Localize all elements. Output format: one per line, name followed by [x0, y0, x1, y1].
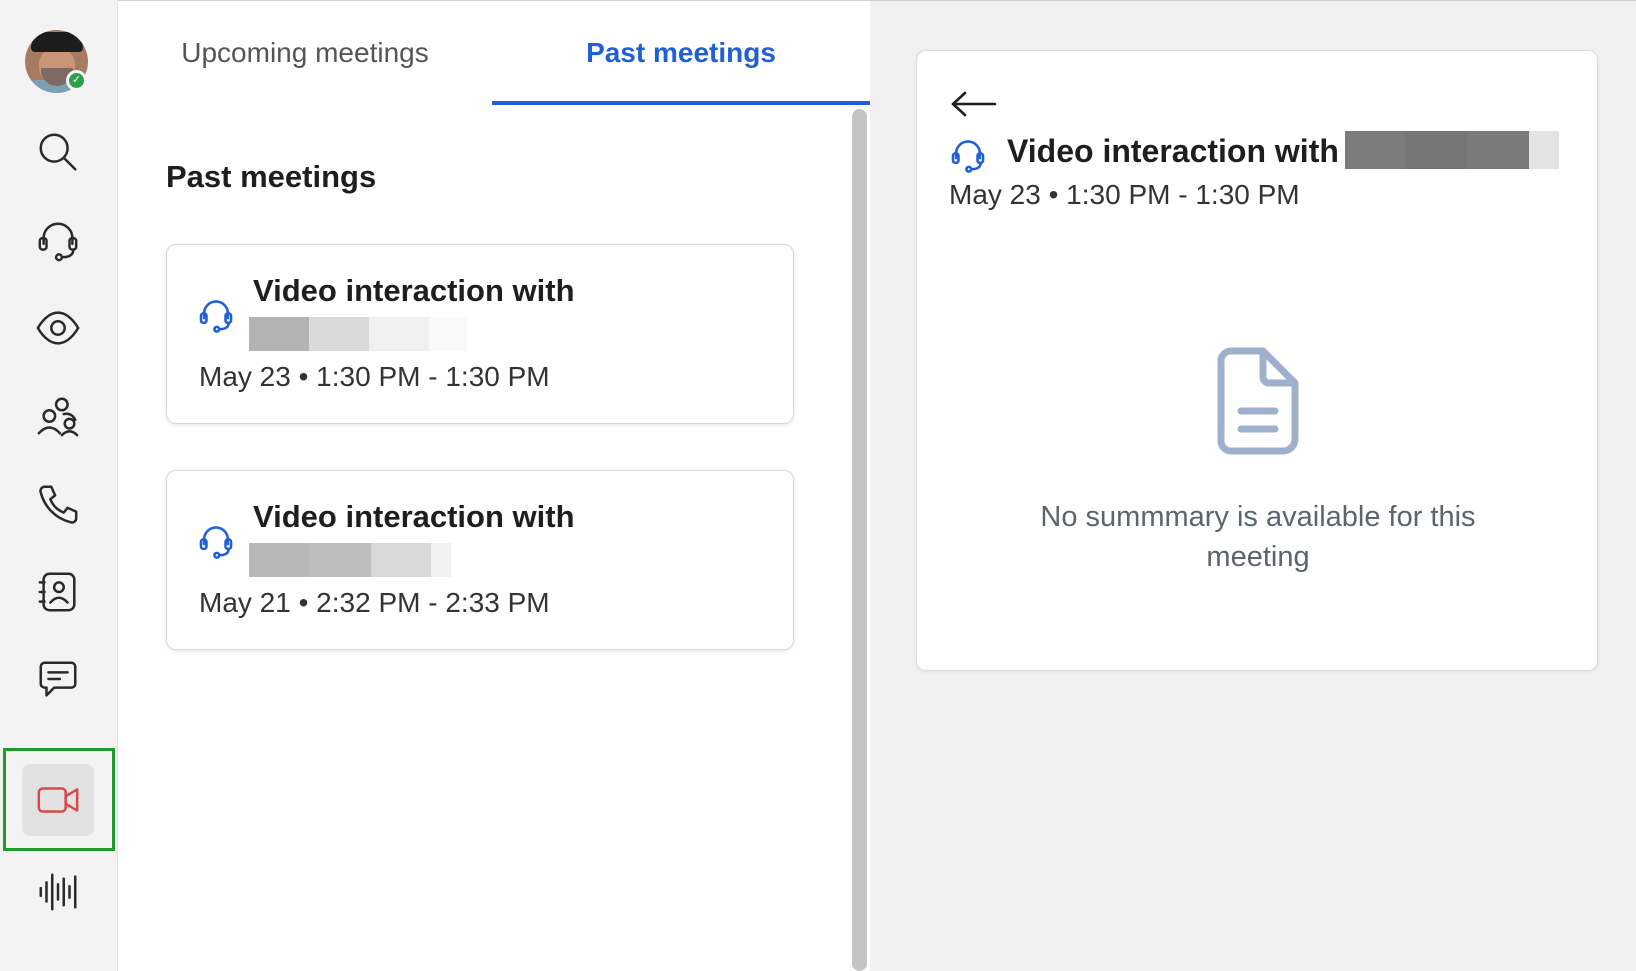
- rail-messages-button[interactable]: [22, 644, 94, 716]
- back-arrow-icon[interactable]: [949, 87, 999, 121]
- presence-available-icon: ✓: [66, 70, 87, 91]
- app-navigation-rail: ✓: [0, 0, 118, 971]
- meeting-time: May 21 • 2:32 PM - 2:33 PM: [199, 587, 550, 618]
- eye-icon: [36, 311, 80, 345]
- section-title: Past meetings: [166, 159, 377, 194]
- headset-icon: [199, 300, 233, 333]
- tab-upcoming-meetings[interactable]: Upcoming meetings: [118, 1, 492, 105]
- scrollbar-thumb[interactable]: [852, 109, 867, 971]
- redacted-participant-name: [1345, 131, 1559, 169]
- meeting-card[interactable]: Video interaction with May 21 • 2:32 PM …: [166, 470, 794, 650]
- rail-teams-button[interactable]: [22, 380, 94, 452]
- rail-contact-center-button[interactable]: [22, 204, 94, 276]
- meeting-card[interactable]: Video interaction with May 23 • 1:30 PM …: [166, 244, 794, 424]
- meeting-title: Video interaction with: [253, 499, 575, 534]
- document-icon: [1217, 347, 1299, 455]
- active-tab-indicator: [492, 101, 870, 105]
- contact-book-icon: [38, 572, 76, 612]
- search-icon: [39, 133, 77, 171]
- rail-contacts-button[interactable]: [22, 556, 94, 628]
- chat-icon: [39, 661, 77, 697]
- summary-title: Video interaction with: [1007, 133, 1339, 169]
- rail-voice-button[interactable]: [22, 856, 94, 928]
- rail-search-button[interactable]: [22, 116, 94, 188]
- tab-past-meetings[interactable]: Past meetings: [492, 1, 870, 105]
- redacted-participant-name: [249, 317, 467, 351]
- people-icon: [37, 397, 79, 437]
- headset-icon: [951, 140, 985, 173]
- meetings-tabs: Upcoming meetings Past meetings: [118, 1, 870, 105]
- rail-monitor-button[interactable]: [22, 292, 94, 364]
- summary-time: May 23 • 1:30 PM - 1:30 PM: [949, 179, 1300, 210]
- meeting-summary-card: Video interaction with May 23 • 1:30 PM …: [916, 50, 1598, 671]
- empty-summary-message: No summmary is available for this meetin…: [1040, 501, 1476, 573]
- waveform-icon: [39, 873, 77, 911]
- meeting-title: Video interaction with: [253, 273, 575, 308]
- phone-icon: [39, 485, 78, 524]
- redacted-participant-name: [249, 543, 451, 577]
- rail-calls-button[interactable]: [22, 468, 94, 540]
- headset-icon: [38, 222, 78, 262]
- headset-icon: [199, 526, 233, 559]
- focus-outline: [3, 748, 115, 851]
- meeting-time: May 23 • 1:30 PM - 1:30 PM: [199, 361, 550, 392]
- avatar-cap: [31, 32, 83, 52]
- meetings-panel: Upcoming meetings Past meetings Past mee…: [118, 1, 870, 971]
